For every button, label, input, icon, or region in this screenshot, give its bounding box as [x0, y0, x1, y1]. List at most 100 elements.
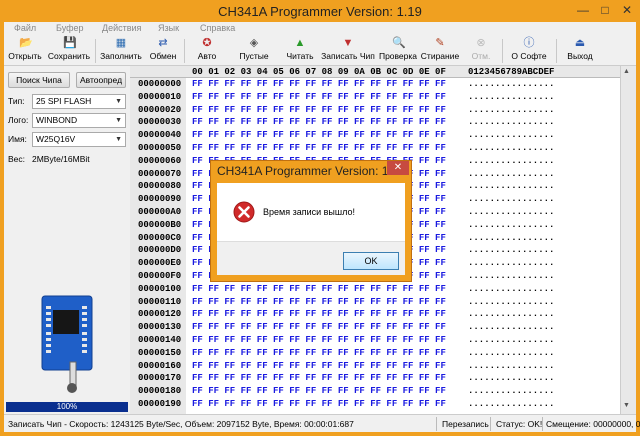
menu-bar: Файл Буфер Действия Язык Справка: [4, 22, 636, 36]
row-hex-bytes[interactable]: FF FF FF FF FF FF FF FF FF FF FF FF FF F…: [192, 309, 446, 319]
chevron-down-icon: ▼: [115, 117, 122, 124]
maximize-button[interactable]: □: [594, 0, 616, 20]
about-button[interactable]: ⓘ О Софте: [508, 37, 550, 65]
dialog-footer: OK: [217, 241, 405, 275]
fill-button[interactable]: ▦ Заполнить: [98, 37, 144, 65]
row-ascii: ................: [468, 360, 555, 371]
close-window-button[interactable]: ✕: [616, 0, 638, 20]
scroll-down-icon[interactable]: ▼: [623, 402, 630, 409]
type-select[interactable]: 25 SPI FLASH ▼: [32, 94, 126, 109]
row-address: 00000190: [138, 399, 182, 409]
row-hex-bytes[interactable]: FF FF FF FF FF FF FF FF FF FF FF FF FF F…: [192, 335, 446, 345]
menu-help[interactable]: Справка: [200, 23, 235, 33]
chevron-down-icon: ▼: [115, 98, 122, 105]
progress-bar: 100%: [6, 402, 128, 412]
chevron-down-icon: ▼: [115, 136, 122, 143]
row-hex-bytes[interactable]: FF FF FF FF FF FF FF FF FF FF FF FF FF F…: [192, 117, 446, 127]
window-title: CH341A Programmer Version: 1.19: [218, 4, 422, 19]
row-address: 00000110: [138, 296, 182, 307]
search-chip-button[interactable]: Поиск Чипа: [8, 72, 70, 88]
menu-actions[interactable]: Действия: [102, 23, 141, 33]
row-ascii: ................: [468, 258, 555, 269]
size-label: Вес:: [8, 154, 26, 164]
row-ascii: ................: [468, 347, 555, 358]
autodetect-button[interactable]: Автоопред: [76, 72, 126, 88]
read-button[interactable]: ▲ Читать: [282, 37, 318, 65]
vendor-label: Лого:: [8, 115, 29, 125]
row-hex-bytes[interactable]: FF FF FF FF FF FF FF FF FF FF FF FF FF F…: [192, 79, 446, 89]
row-hex-bytes[interactable]: FF FF FF FF FF FF FF FF FF FF FF FF FF F…: [192, 143, 446, 153]
row-address: 000000A0: [138, 207, 182, 217]
row-ascii: ................: [468, 104, 555, 115]
row-hex-bytes[interactable]: FF FF FF FF FF FF FF FF FF FF FF FF FF F…: [192, 386, 446, 396]
row-ascii: ................: [468, 155, 555, 166]
toolbar-separator: [95, 39, 96, 63]
open-folder-icon: 📂: [19, 37, 33, 49]
type-label: Тип:: [8, 96, 25, 106]
menu-buffer[interactable]: Буфер: [56, 23, 84, 33]
dialog-close-button[interactable]: ✕: [387, 161, 409, 175]
row-hex-bytes[interactable]: FF FF FF FF FF FF FF FF FF FF FF FF FF F…: [192, 361, 446, 371]
row-ascii: ................: [468, 399, 555, 409]
chip-panel: Поиск Чипа Автоопред Тип: 25 SPI FLASH ▼ …: [4, 66, 130, 414]
status-offset: Смещение: 00000000, 0: [546, 419, 640, 429]
minimize-button[interactable]: —: [572, 0, 594, 20]
row-address: 00000180: [138, 386, 182, 397]
vertical-scrollbar[interactable]: ▲ ▼: [620, 66, 636, 414]
chip-socket-image: [6, 226, 126, 402]
chip-socket-icon: [41, 295, 93, 393]
row-hex-bytes[interactable]: FF FF FF FF FF FF FF FF FF FF FF FF FF F…: [192, 284, 446, 294]
menu-file[interactable]: Файл: [14, 23, 36, 33]
row-ascii: ................: [468, 143, 555, 153]
row-hex-bytes[interactable]: FF FF FF FF FF FF FF FF FF FF FF FF FF F…: [192, 92, 446, 102]
row-address: 00000040: [138, 130, 182, 141]
toolbar-separator: [556, 39, 557, 63]
exit-icon: ⏏: [574, 37, 586, 49]
row-ascii: ................: [468, 335, 555, 345]
toolbar-separator: [502, 39, 503, 63]
row-hex-bytes[interactable]: FF FF FF FF FF FF FF FF FF FF FF FF FF F…: [192, 105, 446, 115]
row-ascii: ................: [468, 168, 555, 179]
status-separator: [542, 417, 543, 431]
scroll-up-icon[interactable]: ▲: [623, 68, 630, 75]
write-chip-button[interactable]: ▼ Записать Чип: [320, 37, 376, 65]
row-ascii: ................: [468, 117, 555, 128]
verify-icon: 🔍: [392, 37, 406, 49]
status-separator: [436, 417, 437, 431]
auto-button[interactable]: ✪ Авто: [192, 37, 222, 65]
blank-check-button[interactable]: ◈ Пустые: [234, 37, 274, 65]
name-label: Имя:: [8, 134, 27, 144]
row-hex-bytes[interactable]: FF FF FF FF FF FF FF FF FF FF FF FF FF F…: [192, 130, 446, 140]
row-hex-bytes[interactable]: FF FF FF FF FF FF FF FF FF FF FF FF FF F…: [192, 348, 446, 358]
ascii-column-header: 0123456789ABCDEF: [468, 67, 555, 77]
hex-header: 00 01 02 03 04 05 06 07 08 09 0A 0B 0C 0…: [130, 66, 620, 78]
row-address: 00000140: [138, 335, 182, 345]
row-address: 000000D0: [138, 245, 182, 256]
open-button[interactable]: 📂 Открыть: [6, 37, 44, 65]
row-address: 00000060: [138, 155, 182, 166]
cancel-button[interactable]: ⊗ Отм.: [466, 37, 496, 65]
row-ascii: ................: [468, 271, 555, 281]
row-hex-bytes[interactable]: FF FF FF FF FF FF FF FF FF FF FF FF FF F…: [192, 322, 446, 332]
row-address: 000000B0: [138, 219, 182, 230]
menu-language[interactable]: Язык: [158, 23, 179, 33]
row-hex-bytes[interactable]: FF FF FF FF FF FF FF FF FF FF FF FF FF F…: [192, 373, 446, 383]
row-ascii: ................: [468, 322, 555, 333]
save-button[interactable]: 💾 Сохранить: [46, 37, 92, 65]
cancel-icon: ⊗: [476, 37, 486, 49]
swap-button[interactable]: ⇄ Обмен: [146, 37, 180, 65]
row-hex-bytes[interactable]: FF FF FF FF FF FF FF FF FF FF FF FF FF F…: [192, 297, 446, 307]
status-message: Записать Чип - Скорость: 1243125 Byte/Se…: [8, 419, 354, 429]
title-bar: CH341A Programmer Version: 1.19 — □ ✕: [0, 0, 640, 22]
vendor-select[interactable]: WINBOND ▼: [32, 113, 126, 128]
name-select[interactable]: W25Q16V ▼: [32, 132, 126, 147]
ok-button[interactable]: OK: [343, 252, 399, 270]
row-ascii: ................: [468, 283, 555, 294]
row-address: 00000000: [138, 79, 182, 89]
erase-button[interactable]: ✎ Стирание: [420, 37, 460, 65]
row-hex-bytes[interactable]: FF FF FF FF FF FF FF FF FF FF FF FF FF F…: [192, 399, 446, 409]
status-state: Статус: OK!: [496, 419, 543, 429]
app-window: CH341A Programmer Version: 1.19 — □ ✕ Фа…: [0, 0, 640, 436]
verify-button[interactable]: 🔍 Проверка: [378, 37, 418, 65]
exit-button[interactable]: ⏏ Выход: [562, 37, 598, 65]
